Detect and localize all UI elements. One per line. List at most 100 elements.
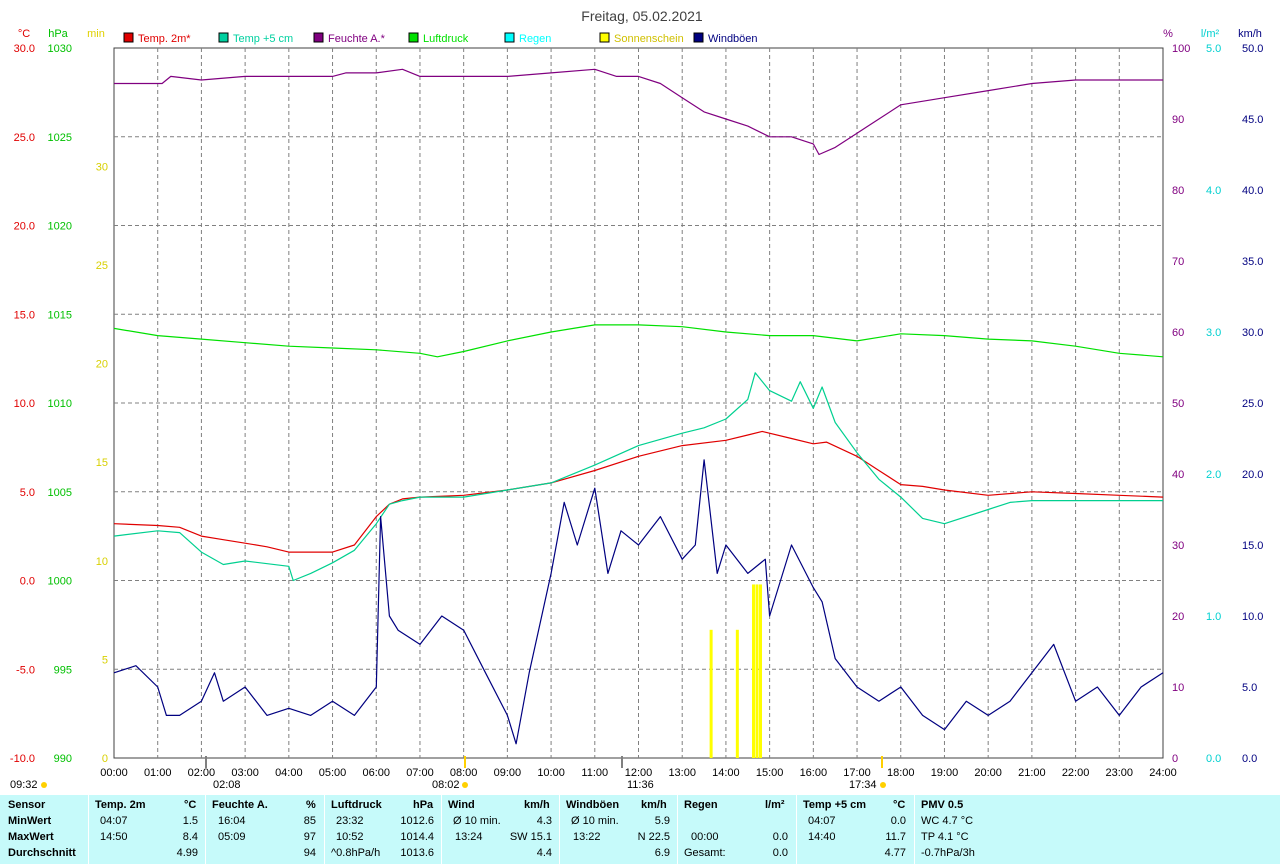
stats-header-hum: Feuchte A. bbox=[212, 799, 268, 811]
tick-wind-5: 25.0 bbox=[1242, 398, 1263, 410]
tick-wind-6: 20.0 bbox=[1242, 469, 1263, 481]
axis-label-sun: min bbox=[87, 28, 105, 40]
tick-wind-7: 15.0 bbox=[1242, 540, 1263, 552]
wind-min-label: Ø 10 min. bbox=[453, 815, 501, 827]
tick-temp-1: 25.0 bbox=[14, 132, 35, 144]
tick-wind-9: 5.0 bbox=[1242, 682, 1257, 694]
press-trend: ^0.8hPa/h bbox=[331, 847, 381, 859]
weather-chart: Freitag, 05.02.2021 Temp. 2m* Temp +5 cm F… bbox=[10, 8, 1264, 791]
tick-x-4: 04:00 bbox=[275, 767, 303, 779]
temp5-min-time: 04:07 bbox=[808, 815, 836, 827]
rain-total-value: 0.0 bbox=[772, 847, 788, 859]
stats-header-gust: Windböen bbox=[566, 799, 620, 811]
tick-x-18: 18:00 bbox=[887, 767, 915, 779]
tick-x-3: 03:00 bbox=[231, 767, 259, 779]
hum-min-value: 85 bbox=[303, 815, 316, 827]
tick-x-11: 11:00 bbox=[581, 767, 608, 779]
stats-header-wind-unit: km/h bbox=[524, 799, 550, 811]
tick-wind-10: 0.0 bbox=[1242, 753, 1257, 765]
tick-x-20: 20:00 bbox=[974, 767, 1002, 779]
legend-label-3: Luftdruck bbox=[423, 33, 469, 45]
hum-max-time: 05:09 bbox=[218, 831, 246, 843]
tick-x-24: 24:00 bbox=[1149, 767, 1177, 779]
stats-header-hum-unit: % bbox=[306, 799, 316, 811]
legend-swatch-5 bbox=[599, 32, 610, 43]
axis-label-pressure: hPa bbox=[48, 28, 68, 40]
marker-sunset-dot bbox=[880, 782, 886, 788]
stats-label-avg: Durchschnitt bbox=[8, 847, 76, 859]
tick-pressure-5: 1005 bbox=[48, 487, 72, 499]
tick-wind-4: 30.0 bbox=[1242, 327, 1263, 339]
tick-humidity-1: 90 bbox=[1172, 114, 1184, 126]
tick-wind-1: 45.0 bbox=[1242, 114, 1263, 126]
tick-sun-4: 10 bbox=[96, 556, 108, 568]
legend-label-2: Feuchte A.* bbox=[328, 33, 386, 45]
tick-sun-0: 30 bbox=[96, 161, 108, 173]
press-avg-value: 1013.6 bbox=[400, 847, 434, 859]
tick-x-16: 16:00 bbox=[800, 767, 828, 779]
stats-header-temp5-unit: °C bbox=[893, 799, 906, 811]
tick-temp-0: 30.0 bbox=[14, 43, 35, 55]
stats-label-max: MaxWert bbox=[8, 831, 54, 843]
tick-x-17: 17:00 bbox=[843, 767, 871, 779]
tick-rain-0: 5.0 bbox=[1206, 43, 1221, 55]
tick-humidity-6: 40 bbox=[1172, 469, 1184, 481]
legend-label-4: Regen bbox=[519, 33, 551, 45]
tick-x-5: 05:00 bbox=[319, 767, 347, 779]
tick-x-10: 10:00 bbox=[537, 767, 565, 779]
tick-x-1: 01:00 bbox=[144, 767, 172, 779]
legend-label-6: Windböen bbox=[708, 33, 758, 45]
tick-humidity-5: 50 bbox=[1172, 398, 1184, 410]
stats-table: Sensor MinWert MaxWert Durchschnitt Temp… bbox=[0, 795, 1280, 864]
stats-header-wind: Wind bbox=[448, 799, 475, 811]
temp-avg-value: 4.99 bbox=[176, 847, 198, 859]
axis-label-rain: l/m² bbox=[1201, 28, 1220, 40]
tick-rain-5: 0.0 bbox=[1206, 753, 1221, 765]
tick-pressure-1: 1025 bbox=[48, 132, 72, 144]
tick-temp-7: -5.0 bbox=[16, 664, 35, 676]
sun-markers: 09:32 02:08 08:02 11:36 17:34 bbox=[10, 756, 886, 791]
axis-left: °C hPa min 30.0 25.0 20.0 15.0 10.0 5.0 0.0 -5.0 -1… bbox=[10, 28, 108, 765]
tick-pressure-7: 995 bbox=[54, 664, 72, 676]
legend-label-0: Temp. 2m* bbox=[138, 33, 191, 45]
stats-label-min: MinWert bbox=[8, 815, 52, 827]
gust-max-time: 13:22 bbox=[573, 831, 601, 843]
tick-pressure-3: 1015 bbox=[48, 309, 72, 321]
rain-max-time: 00:00 bbox=[691, 831, 719, 843]
tick-x-23: 23:00 bbox=[1106, 767, 1134, 779]
legend-swatch-2 bbox=[313, 32, 324, 43]
tick-x-0: 00:00 bbox=[100, 767, 128, 779]
rain-total-label: Gesamt: bbox=[684, 847, 726, 859]
tick-wind-0: 50.0 bbox=[1242, 43, 1263, 55]
tick-x-2: 02:00 bbox=[188, 767, 216, 779]
legend-label-1: Temp +5 cm bbox=[233, 33, 293, 45]
sunshine-bars bbox=[709, 584, 763, 758]
stats-header-pmv: PMV 0.5 bbox=[921, 799, 964, 811]
tick-sun-3: 15 bbox=[96, 457, 108, 469]
stats-header-rain-unit: l/m² bbox=[765, 799, 785, 811]
hum-avg-value: 94 bbox=[303, 847, 316, 859]
hum-min-time: 16:04 bbox=[218, 815, 246, 827]
axis-right: % l/m² km/h10090807060504030201005.04.03.0… bbox=[1163, 28, 1263, 765]
tick-x-19: 19:00 bbox=[931, 767, 959, 779]
temp-max-time: 14:50 bbox=[100, 831, 128, 843]
marker-sunrise: 08:02 bbox=[432, 779, 460, 791]
tick-sun-1: 25 bbox=[96, 260, 108, 272]
gust-avg-value: 6.9 bbox=[654, 847, 670, 859]
legend-swatch-0 bbox=[123, 32, 134, 43]
stats-header-rain: Regen bbox=[684, 799, 718, 811]
tick-sun-6: 0 bbox=[102, 753, 108, 765]
tick-temp-6: 0.0 bbox=[20, 576, 35, 588]
wind-max-dir: SW 15.1 bbox=[509, 831, 552, 843]
wind-avg-value: 4.4 bbox=[536, 847, 552, 859]
temp5-max-time: 14:40 bbox=[808, 831, 836, 843]
press-max-time: 10:52 bbox=[336, 831, 364, 843]
sunshine-bar-4 bbox=[759, 584, 763, 758]
tick-wind-2: 40.0 bbox=[1242, 185, 1263, 197]
stats-header-temp-unit: °C bbox=[184, 799, 197, 811]
chart-grid bbox=[113, 47, 1164, 759]
sunshine-bar-3 bbox=[755, 584, 759, 758]
sunshine-bar-0 bbox=[709, 629, 713, 758]
tick-humidity-10: 0 bbox=[1172, 753, 1178, 765]
tick-x-22: 22:00 bbox=[1062, 767, 1090, 779]
